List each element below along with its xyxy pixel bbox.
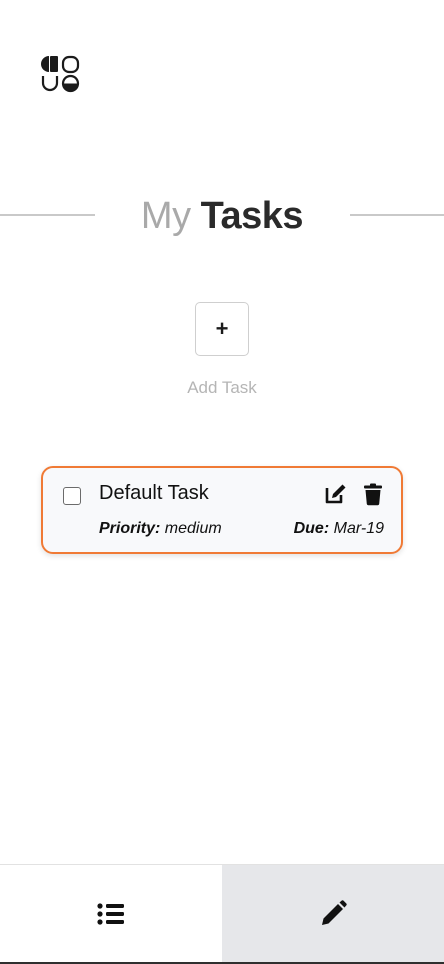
add-task-button[interactable]: + xyxy=(195,302,249,356)
trash-icon[interactable] xyxy=(361,482,385,506)
tab-task-list[interactable] xyxy=(0,865,222,963)
task-card[interactable]: Default Task Priority: medium Due: Mar-1… xyxy=(41,466,403,554)
edit-icon[interactable] xyxy=(323,482,347,506)
pencil-icon xyxy=(322,900,347,925)
tab-edit[interactable] xyxy=(222,865,444,963)
page-title-row: My Tasks xyxy=(0,190,444,242)
due-value: Mar-19 xyxy=(333,520,384,537)
due-label: Due: xyxy=(293,520,330,537)
task-priority: Priority: medium xyxy=(99,520,222,538)
task-actions xyxy=(323,482,385,506)
priority-value: medium xyxy=(164,520,222,537)
page-title: My Tasks xyxy=(0,190,444,242)
task-name: Default Task xyxy=(99,482,209,504)
page-title-bold: Tasks xyxy=(200,195,304,237)
priority-label: Priority: xyxy=(99,520,161,537)
quadrant-logo-icon xyxy=(41,55,80,93)
bottom-nav xyxy=(0,864,444,963)
task-complete-checkbox[interactable] xyxy=(63,487,81,505)
app-screen: My Tasks + Add Task Default Task Priorit… xyxy=(0,0,444,964)
page-title-light: My xyxy=(140,195,191,237)
title-divider-right xyxy=(350,214,444,216)
task-due-date: Due: Mar-19 xyxy=(294,520,384,538)
list-icon xyxy=(97,903,124,925)
add-task-label: Add Task xyxy=(187,378,257,397)
